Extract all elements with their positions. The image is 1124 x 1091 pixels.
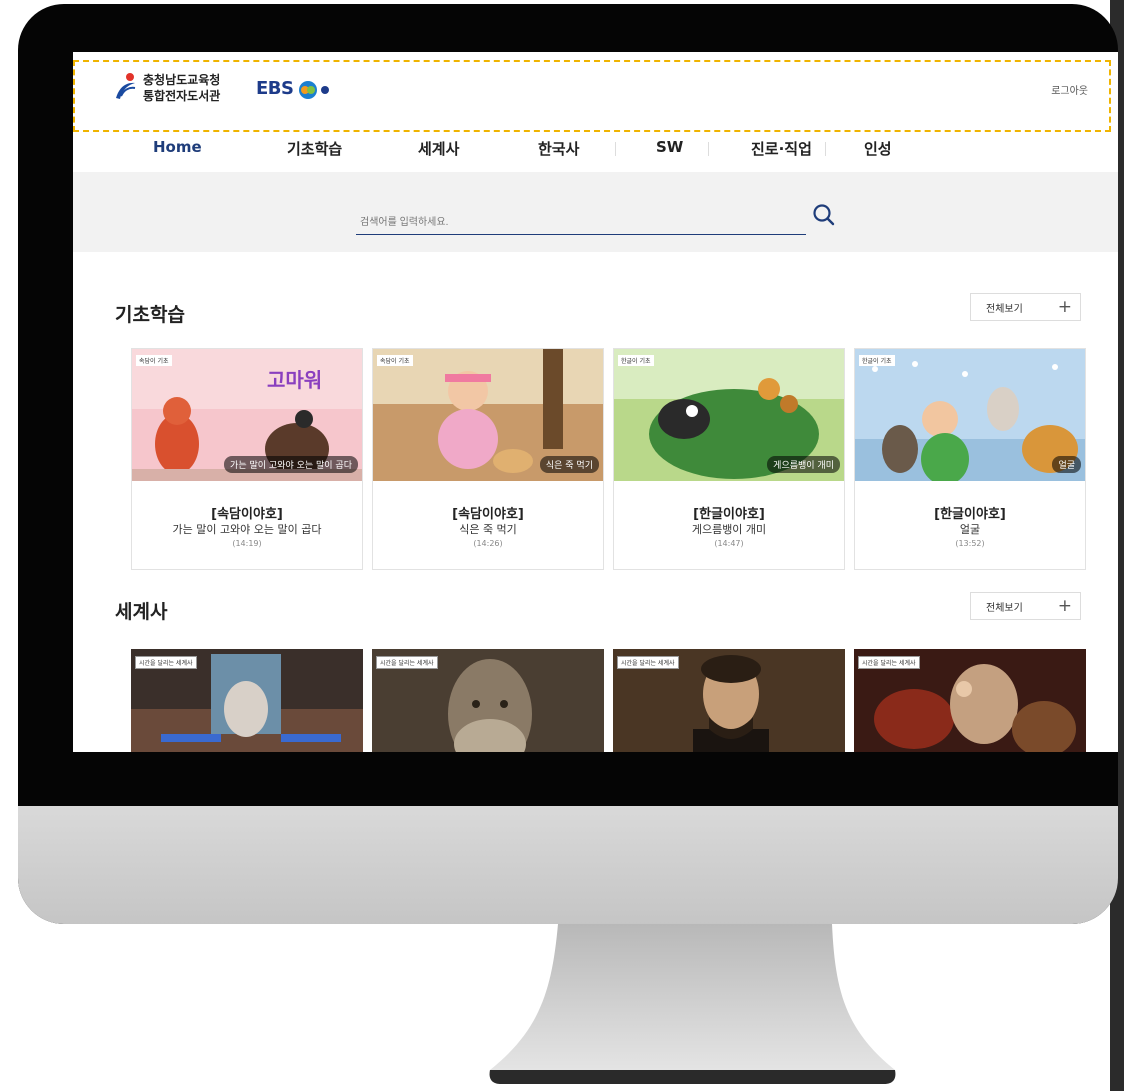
monitor-stand bbox=[489, 924, 896, 1084]
